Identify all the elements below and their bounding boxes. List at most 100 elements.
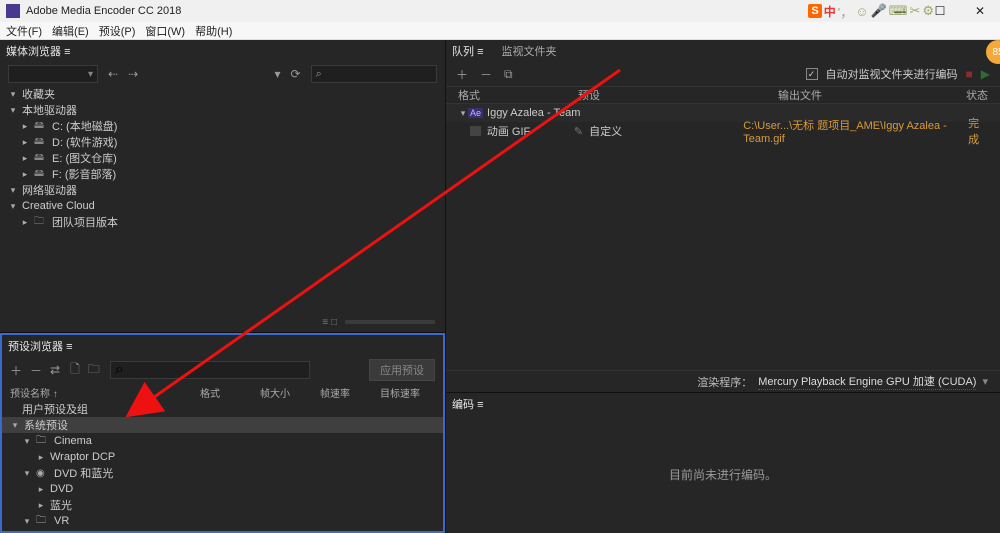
preset-browser-tabs: 预设浏览器 ≡ (2, 335, 443, 357)
media-browser-tab[interactable]: 媒体浏览器 ≡ (6, 43, 74, 59)
media-browser-tabs: 媒体浏览器 ≡ (0, 40, 445, 62)
edit-icon[interactable]: ✎ (574, 125, 583, 138)
tree-drive-f[interactable]: ▸🖴F: (影音部落) (0, 166, 445, 182)
preset-dvdbd[interactable]: ▾◉DVD 和蓝光 (2, 465, 443, 481)
render-engine-select[interactable]: Mercury Playback Engine GPU 加速 (CUDA) (758, 373, 976, 390)
preset-browser-tab[interactable]: 预设浏览器 ≡ (8, 338, 76, 354)
tree-creative-cloud[interactable]: ▾Creative Cloud (0, 198, 445, 214)
queue-item-output[interactable]: C:\User...\无标 题项目_AME\Iggy Azalea - Team… (743, 117, 968, 145)
media-body: ▾收藏夹 ▾本地驱动器 ▸🖴C: (本地磁盘) ▸🖴D: (软件游戏) ▸🖴E:… (0, 86, 445, 332)
queue-header-output[interactable]: 输出文件 (778, 87, 948, 103)
preset-tree[interactable]: 用户预设及组 ▾系统预设 ▾🗀Cinema ▸Wraptor DCP ▾◉DVD… (2, 401, 443, 531)
queue-item-format[interactable]: 动画 GIF (487, 123, 574, 139)
tree-local-drives[interactable]: ▾本地驱动器 (0, 102, 445, 118)
queue-remove-icon[interactable]: － (480, 66, 492, 83)
tree-favorites[interactable]: ▾收藏夹 (0, 86, 445, 102)
left-column: 媒体浏览器 ≡ ▾ ⇠ ⇢ ▾ ⟳ ⌕ ▾收藏夹 ▾本地驱动器 ▸🖴C: (本地… (0, 40, 446, 533)
stop-button-icon[interactable]: ■ (966, 67, 973, 81)
nav-forward-icon[interactable]: ⇢ (128, 67, 138, 81)
close-button[interactable]: ✕ (960, 0, 1000, 22)
tree-drive-e[interactable]: ▸🖴E: (图文仓库) (0, 150, 445, 166)
media-tree[interactable]: ▾收藏夹 ▾本地驱动器 ▸🖴C: (本地磁盘) ▸🖴D: (软件游戏) ▸🖴E:… (0, 86, 445, 230)
preset-bd[interactable]: ▸蓝光 (2, 497, 443, 513)
auto-encode-checkbox[interactable]: ✓ (806, 68, 818, 80)
apply-preset-button[interactable]: 应用预设 (369, 359, 435, 381)
queue-header-preset[interactable]: 预设 (578, 87, 778, 103)
queue-header-format[interactable]: 格式 (458, 87, 578, 103)
preset-user-group[interactable]: 用户预设及组 (2, 401, 443, 417)
queue-duplicate-icon[interactable]: ⧉ (504, 67, 513, 82)
tab-watch-folders[interactable]: 监视文件夹 (501, 43, 556, 59)
preset-toolbar: ＋ － ⇄ 🗋 🗀 ⌕ 应用预设 (2, 357, 443, 383)
queue-item-check-icon[interactable] (470, 126, 481, 136)
window-controls: — ☐ ✕ (880, 0, 1000, 22)
render-engine-label: 渲染程序： (697, 374, 752, 390)
preset-new-folder-icon[interactable]: 🗀 (88, 360, 100, 381)
tree-drive-d[interactable]: ▸🖴D: (软件游戏) (0, 134, 445, 150)
preset-headers: 预设名称 ↑ 格式 帧大小 帧速率 目标速率 (2, 383, 443, 401)
preset-remove-icon[interactable]: － (30, 362, 42, 379)
tab-queue[interactable]: 队列 ≡ (452, 43, 487, 59)
encode-tabs: 编码 ≡ (446, 393, 1000, 415)
menubar: 文件(F) 编辑(E) 预设(P) 窗口(W) 帮助(H) (0, 22, 1000, 40)
preset-search-field[interactable] (124, 365, 305, 376)
queue-header-status[interactable]: 状态 (948, 87, 988, 103)
sogou-icon[interactable]: S (808, 4, 821, 18)
queue-item-row[interactable]: 动画 GIF ✎ 自定义 C:\User...\无标 题项目_AME\Iggy … (446, 122, 1000, 140)
menu-help[interactable]: 帮助(H) (195, 23, 232, 39)
filter-icon[interactable]: ▾ (275, 67, 281, 81)
queue-group-name: Iggy Azalea - Team (487, 107, 580, 119)
ime-smile-icon[interactable]: ☺ (855, 4, 868, 19)
ingest-icon[interactable]: ⟳ (291, 67, 301, 81)
queue-item-status: 完成 (968, 115, 988, 147)
render-engine-row: 渲染程序： Mercury Playback Engine GPU 加速 (CU… (446, 370, 1000, 392)
auto-encode-label: 自动对监视文件夹进行编码 (826, 66, 958, 82)
encode-panel: 编码 ≡ 目前尚未进行编码。 (446, 393, 1000, 533)
preset-header-target[interactable]: 目标速率 (380, 385, 435, 400)
preset-header-format[interactable]: 格式 (200, 385, 260, 400)
preset-header-name[interactable]: 预设名称 ↑ (10, 385, 200, 400)
preset-header-fps[interactable]: 帧速率 (320, 385, 380, 400)
maximize-button[interactable]: ☐ (920, 0, 960, 22)
thumb-zoom-slider[interactable] (345, 320, 435, 324)
preset-vr[interactable]: ▾🗀VR (2, 513, 443, 529)
menu-window[interactable]: 窗口(W) (145, 23, 185, 39)
preset-dvd[interactable]: ▸DVD (2, 481, 443, 497)
preset-h264[interactable]: ▸H.264 (2, 529, 443, 531)
right-column: 队列 ≡ 监视文件夹 ＋ － ⧉ ✓ 自动对监视文件夹进行编码 ■ ▶ 格式 预… (446, 40, 1000, 533)
preset-sync-icon[interactable]: ⇄ (50, 363, 60, 377)
tree-team-projects[interactable]: ▸🗀团队项目版本 (0, 214, 445, 230)
menu-file[interactable]: 文件(F) (6, 23, 42, 39)
ime-punct-icon[interactable]: '， (838, 2, 853, 21)
menu-preset[interactable]: 预设(P) (99, 23, 136, 39)
queue-tabs: 队列 ≡ 监视文件夹 (446, 40, 1000, 62)
preset-system[interactable]: ▾系统预设 (2, 417, 443, 433)
chevron-down-icon[interactable]: ▾ (982, 375, 988, 388)
tab-encode[interactable]: 编码 ≡ (452, 396, 487, 412)
ime-cn-icon[interactable]: 中 (824, 3, 836, 20)
media-search-field[interactable] (322, 69, 432, 80)
preset-cinema[interactable]: ▾🗀Cinema (2, 433, 443, 449)
tree-drive-c[interactable]: ▸🖴C: (本地磁盘) (0, 118, 445, 134)
queue-item-preset[interactable]: 自定义 (589, 123, 743, 139)
auto-encode-row: ✓ 自动对监视文件夹进行编码 ■ ▶ (806, 66, 990, 82)
thumb-size-icon[interactable]: ≡ □ (322, 317, 337, 328)
preset-add-icon[interactable]: ＋ (10, 362, 22, 379)
tree-network-drives[interactable]: ▾网络驱动器 (0, 182, 445, 198)
encode-body-empty: 目前尚未进行编码。 (446, 415, 1000, 533)
minimize-button[interactable]: — (880, 0, 920, 22)
media-search-input[interactable]: ⌕ (311, 65, 437, 83)
preset-new-preset-icon[interactable]: 🗋 (70, 360, 80, 381)
queue-toolbar: ＋ － ⧉ ✓ 自动对监视文件夹进行编码 ■ ▶ (446, 62, 1000, 86)
preset-wraptor[interactable]: ▸Wraptor DCP (2, 449, 443, 465)
menu-edit[interactable]: 编辑(E) (52, 23, 89, 39)
preset-search-input[interactable]: ⌕ (110, 361, 310, 379)
play-button-icon[interactable]: ▶ (981, 67, 990, 81)
media-filter-select[interactable]: ▾ (8, 65, 98, 83)
nav-back-icon[interactable]: ⇠ (108, 67, 118, 81)
titlebar: Adobe Media Encoder CC 2018 S 中 '， ☺ 🎤 ⌨… (0, 0, 1000, 22)
media-footer: ≡ □ (0, 312, 445, 332)
window-title: Adobe Media Encoder CC 2018 (26, 5, 808, 17)
queue-add-icon[interactable]: ＋ (456, 66, 468, 83)
preset-header-size[interactable]: 帧大小 (260, 385, 320, 400)
